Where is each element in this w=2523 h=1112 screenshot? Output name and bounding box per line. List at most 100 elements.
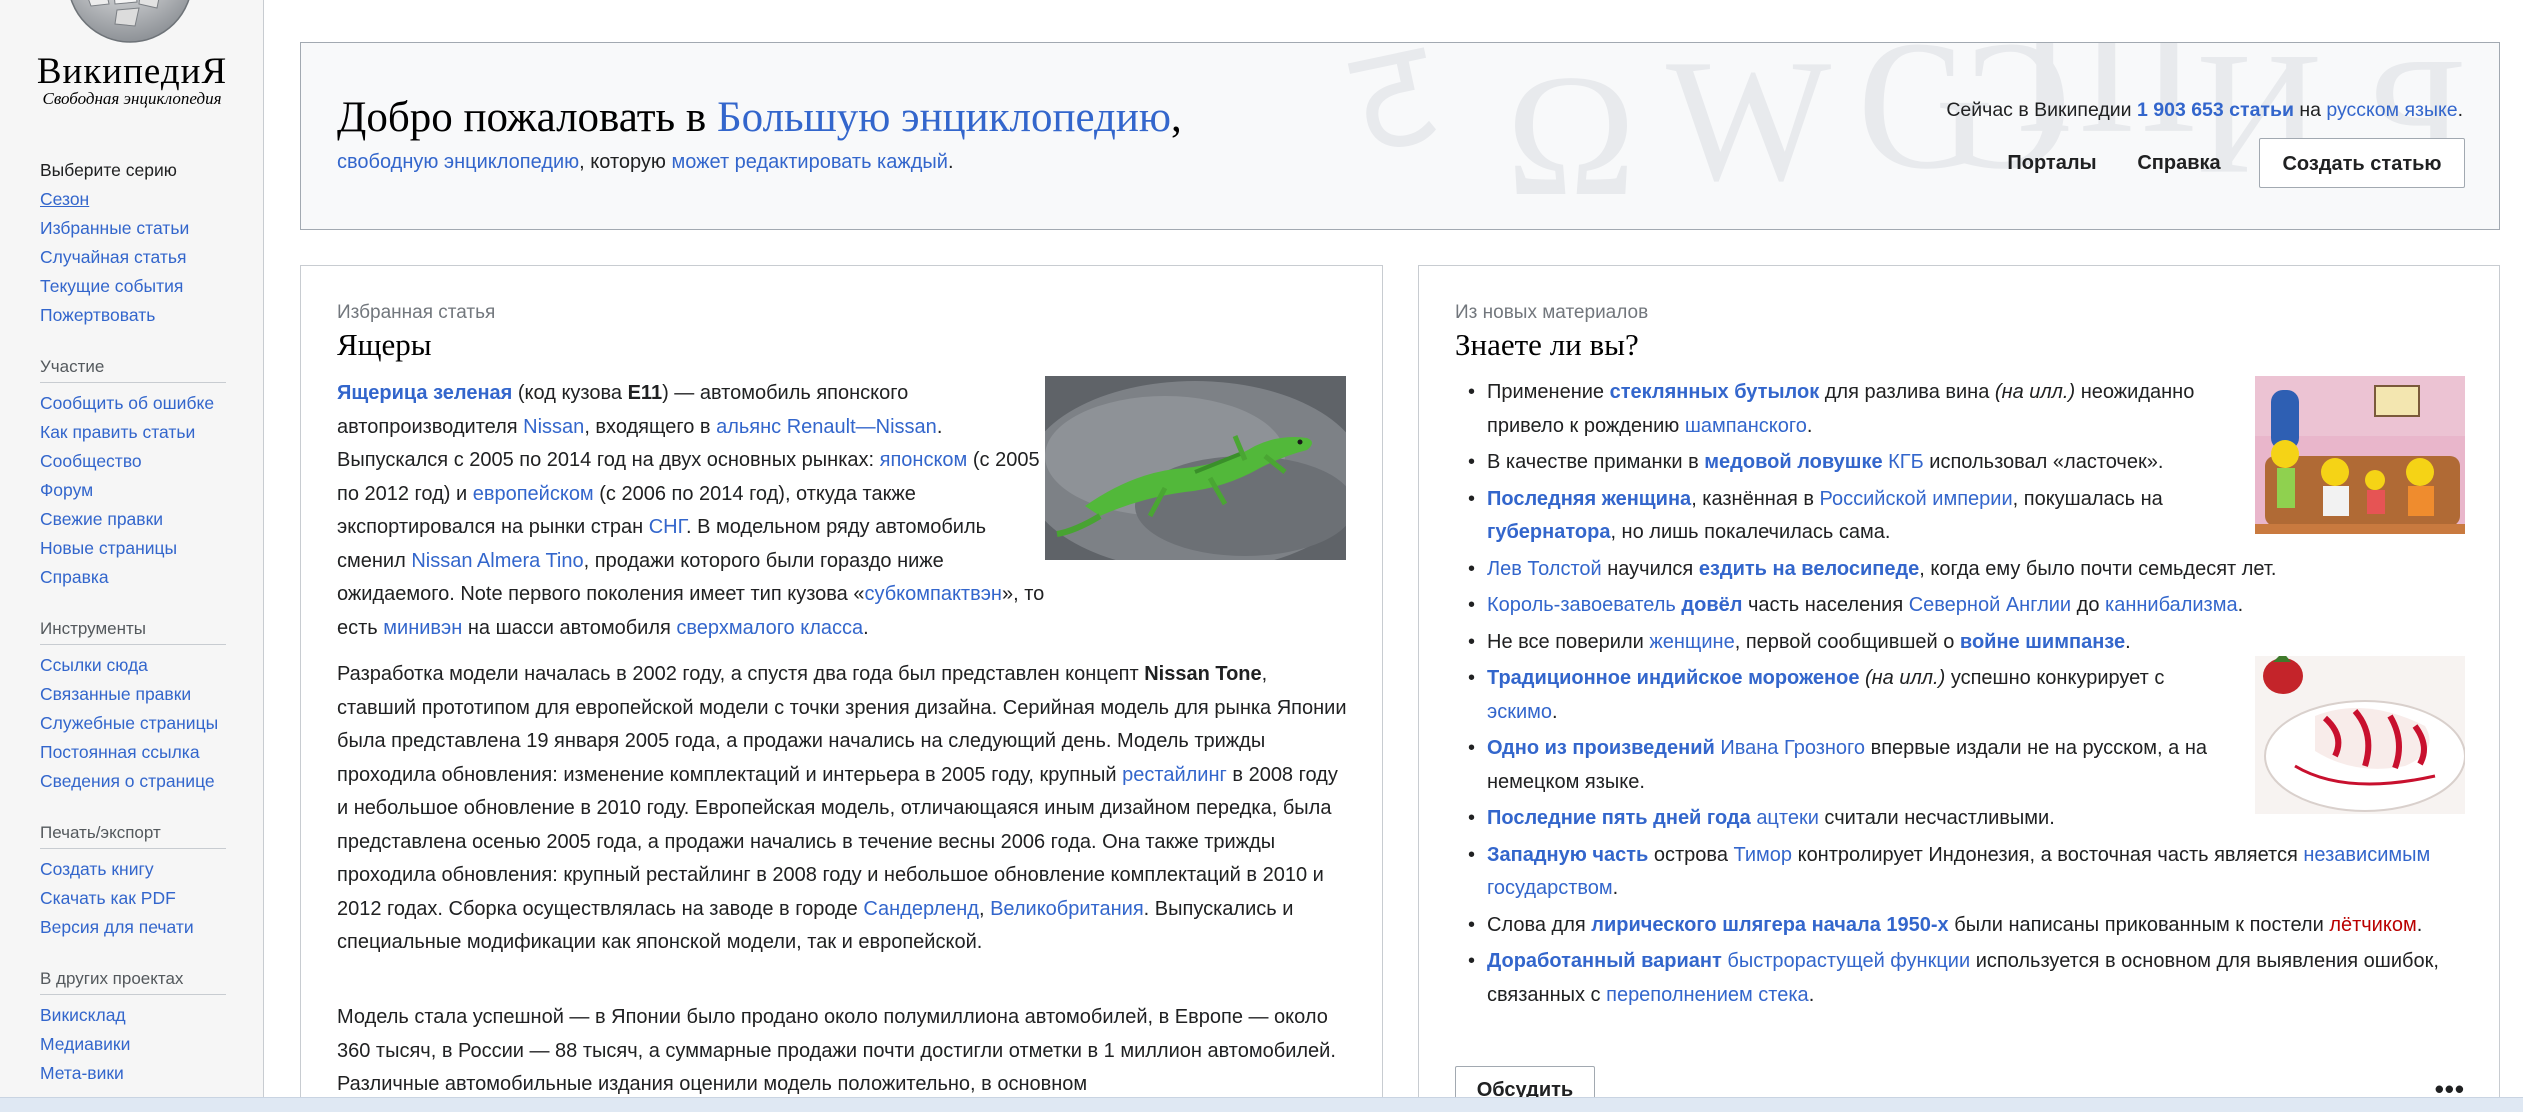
inline-link[interactable]: Традиционное индийское мороженое [1487, 667, 1859, 689]
sidebar-item-season[interactable]: Сезон [40, 189, 89, 210]
sidebar-divider [40, 644, 226, 645]
banner-watermark: ट Ω W Ѿ Ш И Б [1339, 43, 2467, 230]
sidebar-item-create-book[interactable]: Создать книгу [40, 859, 154, 880]
inline-link[interactable]: женщине [1649, 631, 1734, 653]
banner-free-encyclopedia-link[interactable]: свободную энциклопедию [337, 151, 579, 173]
sidebar-item-recent-changes[interactable]: Свежие правки [40, 509, 163, 530]
inline-link[interactable]: ацтеки [1756, 807, 1819, 829]
inline-text: . [2416, 913, 2423, 936]
sidebar-item-current-events[interactable]: Текущие события [40, 276, 183, 297]
sidebar-item-mediawiki[interactable]: Медиавики [40, 1034, 130, 1055]
banner-subtitle-text: , которую [579, 151, 672, 173]
inline-link[interactable]: Сандерленд [863, 898, 979, 920]
sidebar-item-what-links-here[interactable]: Ссылки сюда [40, 655, 148, 676]
inline-link[interactable]: Последние пять дней года [1487, 807, 1751, 829]
sidebar-item-donate[interactable]: Пожертвовать [40, 305, 155, 326]
inline-text: успешно конкурирует с [1945, 667, 2165, 689]
inline-link[interactable]: лирического шлягера начала 1950-х [1591, 914, 1948, 936]
wikipedia-globe-logo[interactable]: W [55, 0, 205, 44]
inline-text: (на илл.) [1994, 381, 2076, 403]
inline-text: . [2237, 594, 2244, 616]
inline-link[interactable]: Последняя женщина [1487, 488, 1691, 510]
inline-link[interactable]: японском [880, 449, 968, 471]
inline-link[interactable]: лётчиком [2329, 914, 2416, 936]
inline-link[interactable]: шампанского [1685, 415, 1807, 437]
inline-text: до [2071, 594, 2105, 616]
sidebar-divider [40, 848, 226, 849]
dyk-list: Применение стеклянных бутылок для разлив… [1453, 376, 2468, 1012]
inline-text: Nissan Tone [1144, 663, 1262, 685]
sidebar-item-report-error[interactable]: Сообщить об ошибке [40, 393, 214, 414]
inline-link[interactable]: быстрорастущей функции [1727, 950, 1970, 972]
inline-link[interactable]: Тимор [1734, 844, 1793, 866]
sidebar-item-special-pages[interactable]: Служебные страницы [40, 713, 218, 734]
sidebar-item-commons[interactable]: Викисклад [40, 1005, 126, 1026]
featured-paragraph-1-text: Ящерица зеленая (код кузова E11) — автом… [337, 377, 1049, 645]
inline-link[interactable]: Западную часть [1487, 844, 1648, 866]
inline-text: Не все поверили [1487, 630, 1650, 653]
inline-link[interactable]: переполнением стека [1606, 984, 1809, 1006]
inline-link[interactable]: Одно из произведений [1487, 737, 1715, 759]
inline-link[interactable]: войне шимпанзе [1960, 631, 2125, 653]
sidebar-item-random[interactable]: Случайная статья [40, 247, 187, 268]
banner-title-link[interactable]: Большую энциклопедию [717, 94, 1171, 141]
sidebar-item-related-changes[interactable]: Связанные правки [40, 684, 191, 705]
inline-link[interactable]: европейском [473, 483, 594, 505]
inline-text: Слова для [1487, 913, 1592, 936]
inline-link[interactable]: рестайлинг [1122, 764, 1227, 786]
sidebar-item-permanent-link[interactable]: Постоянная ссылка [40, 742, 200, 763]
sidebar-item-download-pdf[interactable]: Скачать как PDF [40, 888, 176, 909]
banner-subtitle: свободную энциклопедию, которую может ре… [337, 151, 954, 174]
inline-link[interactable]: Ивана Грозного [1720, 737, 1865, 759]
inline-text: Разработка модели началась в 2002 году, … [337, 663, 1145, 685]
create-article-button[interactable]: Создать статью [2259, 138, 2465, 188]
inline-text: на шасси автомобиля [462, 616, 677, 639]
inline-link[interactable]: Доработанный вариант [1487, 950, 1722, 972]
inline-link[interactable]: Король-завоеватель [1487, 594, 1676, 616]
language-link[interactable]: русском языке [2326, 99, 2457, 121]
inline-link[interactable]: субкомпактвэн [864, 583, 1002, 605]
sidebar-item-new-pages[interactable]: Новые страницы [40, 538, 177, 559]
inline-link[interactable]: довёл [1681, 594, 1742, 616]
dyk-item: Слова для лирического шлягера начала 195… [1453, 909, 2468, 943]
sidebar-item-help[interactable]: Справка [40, 567, 109, 588]
inline-link[interactable]: Российской империи [1820, 488, 2013, 510]
inline-link[interactable]: каннибализма [2105, 594, 2238, 616]
sidebar-item-meta-wiki[interactable]: Мета-вики [40, 1063, 124, 1084]
inline-link[interactable]: Северной Англии [1909, 594, 2071, 616]
sidebar-item-community[interactable]: Сообщество [40, 451, 142, 472]
inline-link[interactable]: медовой ловушке [1704, 451, 1882, 473]
inline-link[interactable]: сверхмалого класса [676, 617, 863, 639]
inline-link[interactable]: стеклянных бутылок [1610, 381, 1820, 403]
sidebar-item-choose-series[interactable]: Выберите серию [40, 160, 177, 181]
logo-tagline: Свободная энциклопедия [42, 89, 222, 108]
sidebar-item-how-to-edit[interactable]: Как править статьи [40, 422, 195, 443]
inline-link[interactable]: Nissan Almera Tino [411, 550, 583, 572]
inline-link[interactable]: губернатора [1487, 521, 1610, 543]
sidebar-item-forum[interactable]: Форум [40, 480, 93, 501]
sidebar-item-page-info[interactable]: Сведения о странице [40, 771, 215, 792]
sidebar-item-featured[interactable]: Избранные статьи [40, 218, 189, 239]
sidebar-heading-participation: Участие [40, 357, 105, 376]
inline-link[interactable]: альянс Renault—Nissan [716, 416, 937, 438]
sidebar-item-printable[interactable]: Версия для печати [40, 917, 194, 938]
logo-wordmark[interactable]: ВикипедиЯ [0, 50, 264, 93]
article-count-link[interactable]: 1 903 653 статьи [2137, 99, 2294, 121]
inline-text: E11 [627, 382, 663, 404]
inline-link[interactable]: Nissan [523, 416, 584, 438]
inline-link[interactable]: Лев Толстой [1487, 558, 1602, 580]
portals-button[interactable]: Порталы [1996, 138, 2108, 188]
inline-link[interactable]: КГБ [1888, 451, 1924, 473]
inline-link[interactable]: эскимо [1487, 701, 1552, 723]
banner-title-prefix: Добро пожаловать в [337, 94, 717, 141]
inline-link[interactable]: СНГ [649, 516, 686, 538]
inline-link[interactable]: Ящерица зеленая [337, 382, 512, 404]
inline-link[interactable]: ездить на велосипеде [1699, 558, 1919, 580]
inline-link[interactable]: Великобритания [990, 898, 1144, 920]
help-button[interactable]: Справка [2123, 138, 2235, 188]
svg-text:W: W [119, 0, 135, 2]
inline-link[interactable]: минивэн [383, 617, 462, 639]
featured-paragraph-3: Модель стала успешной — в Японии было пр… [337, 1001, 1347, 1102]
banner-anyone-can-edit-link[interactable]: может редактировать каждый [671, 151, 947, 173]
inline-text: часть населения [1742, 594, 1909, 616]
